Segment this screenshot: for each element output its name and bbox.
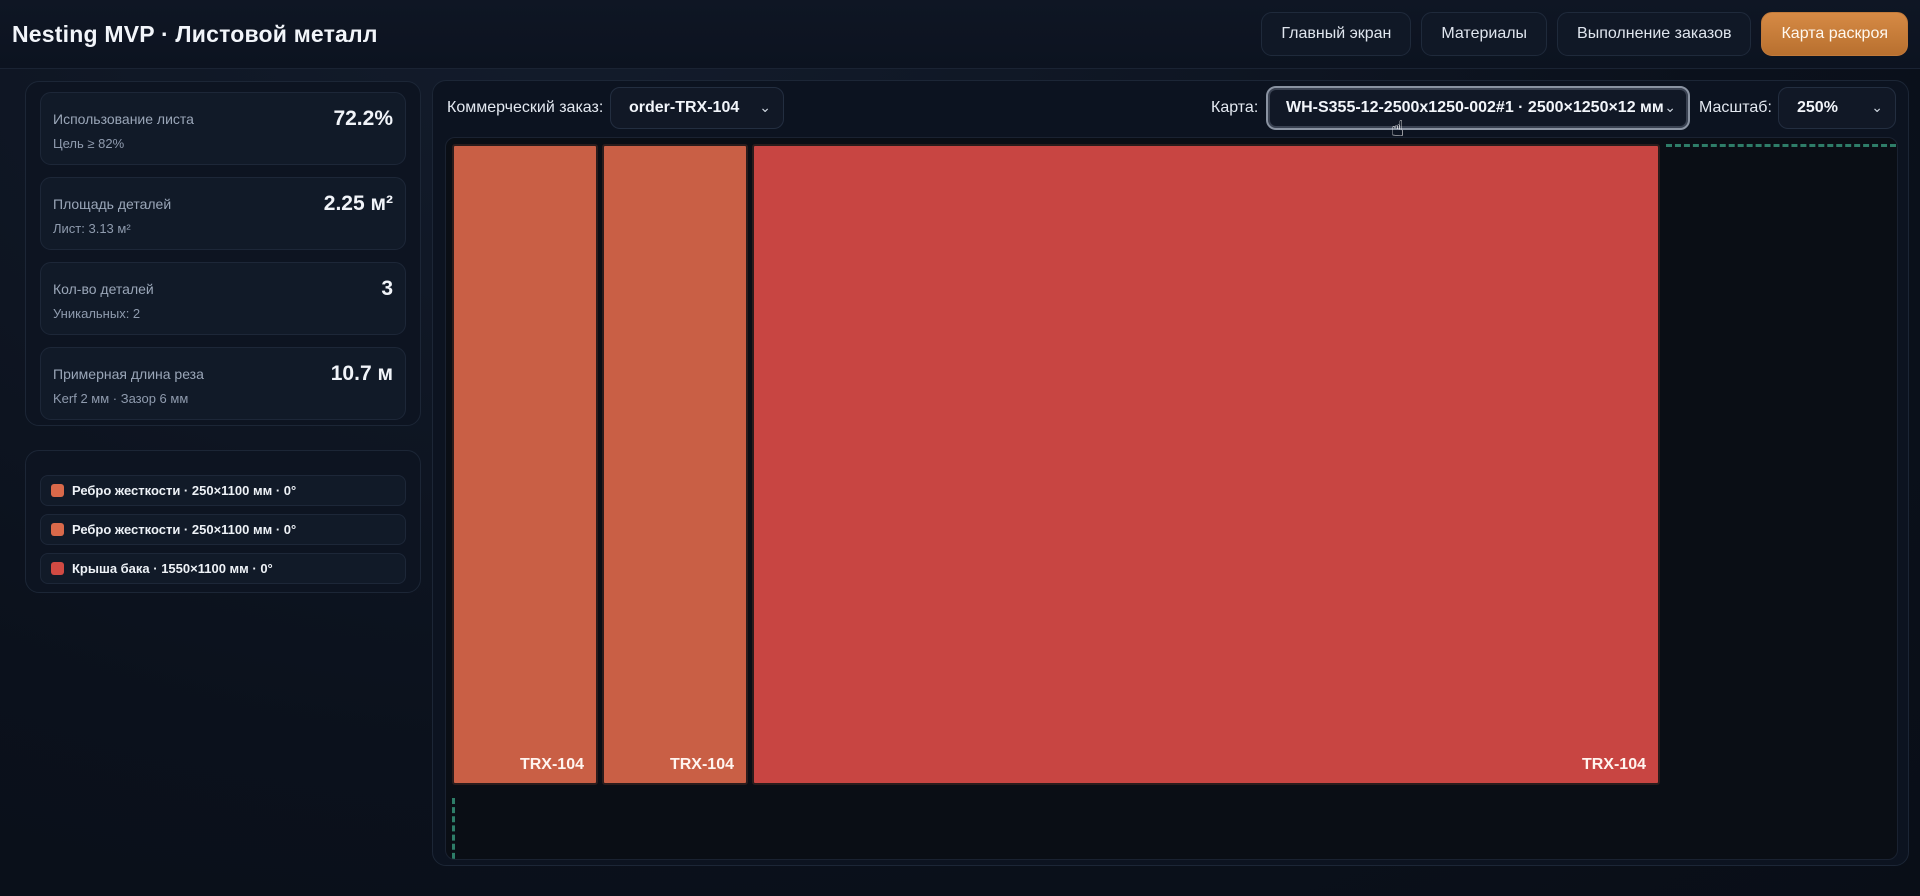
- legend-item-label: Ребро жесткости · 250×1100 мм · 0°: [72, 483, 297, 498]
- stat-card-count: Кол-во деталей Уникальных: 2 3: [40, 262, 406, 335]
- stat-card-cut-length: Примерная длина реза Kerf 2 мм · Зазор 6…: [40, 347, 406, 420]
- app-header: Nesting MVP · Листовой металл Главный эк…: [0, 0, 1920, 69]
- part-label: TRX-104: [669, 756, 734, 773]
- stat-sub: Уникальных: 2: [53, 306, 141, 321]
- stat-sub: Kerf 2 мм · Зазор 6 мм: [53, 391, 189, 406]
- stat-value: 72.2%: [333, 107, 393, 130]
- legend-item[interactable]: Ребро жесткости · 250×1100 мм · 0°: [40, 514, 406, 545]
- chevron-down-icon: ⌄: [1871, 99, 1883, 115]
- main-nav: Главный экран Материалы Выполнение заказ…: [1261, 12, 1908, 56]
- sheet-boundary-left: [452, 798, 455, 859]
- parts-legend-panel: Ребро жесткости · 250×1100 мм · 0° Ребро…: [25, 450, 421, 593]
- stat-card-area: Площадь деталей Лист: 3.13 м² 2.25 м²: [40, 177, 406, 250]
- color-swatch: [51, 523, 64, 536]
- map-select-label: Карта:: [1211, 99, 1259, 116]
- nesting-map-panel: Коммерческий заказ: order-TRX-104 ⌄ Карт…: [432, 80, 1909, 866]
- scale-select-value: 250%: [1797, 99, 1838, 116]
- color-swatch: [51, 562, 64, 575]
- stat-value: 2.25 м²: [323, 192, 393, 215]
- nav-nesting-map-button[interactable]: Карта раскроя: [1761, 12, 1908, 56]
- order-select[interactable]: order-TRX-104 ⌄: [610, 87, 784, 129]
- nav-home-button[interactable]: Главный экран: [1261, 12, 1412, 56]
- stat-value: 10.7 м: [330, 362, 393, 385]
- part-stiffener-rib-1[interactable]: TRX-104: [452, 144, 598, 785]
- stats-panel: Использование листа Цель ≥ 82% 72.2% Пло…: [25, 81, 421, 426]
- order-select-label: Коммерческий заказ:: [447, 99, 604, 116]
- color-swatch: [51, 484, 64, 497]
- nav-materials-button[interactable]: Материалы: [1421, 12, 1548, 56]
- order-select-value: order-TRX-104: [629, 99, 740, 116]
- part-tank-roof[interactable]: TRX-104: [752, 144, 1660, 785]
- map-select-value: WH-S355-12-2500x1250-002#1 · 2500×1250×1…: [1286, 99, 1664, 116]
- legend-item[interactable]: Крыша бака · 1550×1100 мм · 0°: [40, 553, 406, 584]
- part-stiffener-rib-2[interactable]: TRX-104: [602, 144, 748, 785]
- scale-select-label: Масштаб:: [1699, 99, 1772, 116]
- stat-value: 3: [381, 277, 393, 300]
- nav-orders-button[interactable]: Выполнение заказов: [1557, 12, 1752, 56]
- chevron-down-icon: ⌄: [759, 99, 771, 115]
- sheet-boundary-top: [1666, 144, 1896, 147]
- chevron-down-icon: ⌄: [1664, 99, 1676, 115]
- scale-select[interactable]: 250% ⌄: [1778, 87, 1896, 129]
- nesting-canvas[interactable]: TRX-104 TRX-104 TRX-104: [445, 137, 1898, 860]
- map-toolbar: Коммерческий заказ: order-TRX-104 ⌄ Карт…: [433, 81, 1908, 137]
- stat-sub: Лист: 3.13 м²: [53, 221, 131, 236]
- legend-item-label: Крыша бака · 1550×1100 мм · 0°: [72, 561, 273, 576]
- legend-item-label: Ребро жесткости · 250×1100 мм · 0°: [72, 522, 297, 537]
- part-label: TRX-104: [519, 756, 584, 773]
- stat-card-utilization: Использование листа Цель ≥ 82% 72.2%: [40, 92, 406, 165]
- map-select[interactable]: WH-S355-12-2500x1250-002#1 · 2500×1250×1…: [1266, 86, 1690, 130]
- app-title: Nesting MVP · Листовой металл: [12, 20, 378, 47]
- part-label: TRX-104: [1581, 756, 1646, 773]
- stat-sub: Цель ≥ 82%: [53, 136, 125, 151]
- legend-item[interactable]: Ребро жесткости · 250×1100 мм · 0°: [40, 475, 406, 506]
- stat-label: Кол-во деталей: [53, 281, 154, 297]
